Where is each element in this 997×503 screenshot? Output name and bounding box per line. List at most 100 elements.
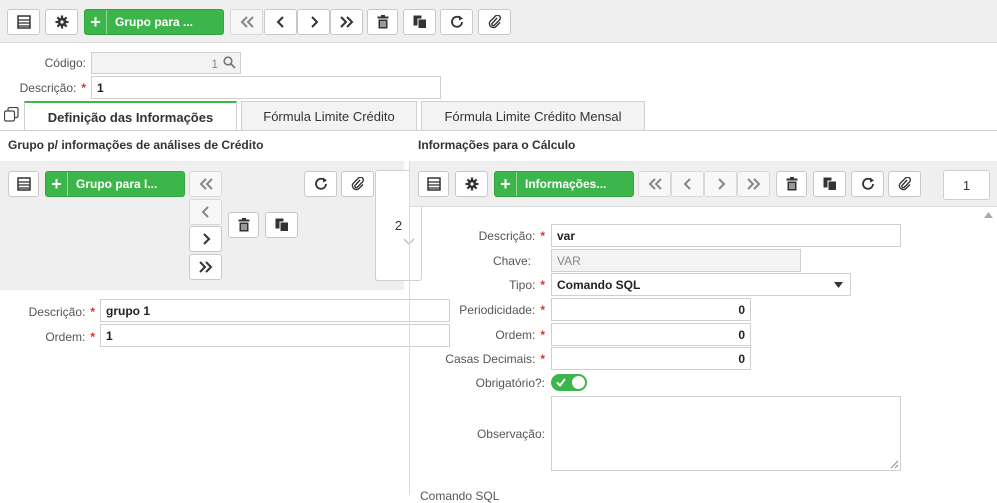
descricao-field[interactable]: 1 — [91, 76, 441, 99]
left-attach-button[interactable] — [341, 171, 374, 197]
casas-decimais-field[interactable]: 0 — [551, 347, 751, 370]
plus-icon: + — [46, 172, 68, 196]
right-add-info-label: Informações... — [525, 177, 607, 191]
grid-icon — [426, 177, 441, 191]
left-next-record-button[interactable] — [189, 226, 222, 252]
right-refresh-button[interactable] — [851, 171, 884, 197]
trash-icon — [377, 15, 388, 29]
plus-icon: + — [85, 10, 107, 34]
caret-down-icon — [834, 282, 843, 288]
next-record-button[interactable] — [297, 9, 330, 35]
observacao-textarea[interactable] — [551, 396, 901, 471]
refresh-icon — [450, 15, 463, 28]
add-group-button[interactable]: + Grupo para ... — [84, 9, 224, 35]
left-delete-button[interactable] — [228, 212, 259, 238]
refresh-icon — [314, 177, 327, 190]
scroll-up-arrow-icon[interactable] — [984, 212, 993, 218]
attach-button[interactable] — [478, 9, 511, 35]
left-add-group-button[interactable]: + Grupo para I... — [45, 171, 185, 197]
tab-definicao-informacoes[interactable]: Definição das Informações — [24, 101, 237, 131]
right-ordem-value: 0 — [738, 328, 745, 342]
left-ordem-field[interactable]: 1 — [100, 324, 450, 347]
right-settings-button[interactable] — [455, 171, 488, 197]
right-delete-button[interactable] — [776, 171, 807, 197]
tab-divider — [0, 130, 997, 131]
right-descricao-field[interactable]: var — [551, 224, 901, 247]
required-marker: * — [540, 229, 545, 243]
right-copy-button[interactable] — [813, 171, 846, 197]
double-chevron-right-icon — [746, 178, 760, 190]
right-record-counter[interactable]: 1 — [943, 170, 990, 200]
right-ordem-field[interactable]: 0 — [551, 323, 751, 346]
left-grid-view-button[interactable] — [8, 171, 39, 197]
required-marker: * — [90, 330, 95, 344]
observacao-label: Observação: — [476, 427, 545, 441]
search-icon[interactable] — [223, 56, 236, 69]
left-add-group-label: Grupo para I... — [76, 177, 158, 191]
chevron-right-icon — [310, 16, 318, 28]
obrigatorio-label: Obrigatório?: — [475, 376, 545, 390]
resize-handle-icon[interactable] — [890, 460, 899, 469]
left-refresh-button[interactable] — [304, 171, 337, 197]
previous-record-button[interactable] — [264, 9, 297, 35]
left-descricao-field[interactable]: grupo 1 — [100, 299, 450, 322]
plus-icon: + — [495, 172, 517, 196]
refresh-button[interactable] — [440, 9, 473, 35]
grid-icon — [16, 177, 31, 191]
panel-divider — [409, 161, 410, 495]
periodicidade-field[interactable]: 0 — [551, 298, 751, 321]
double-chevron-left-icon — [199, 178, 213, 190]
copy-button[interactable] — [403, 9, 436, 35]
left-section-title: Grupo p/ informações de análises de Créd… — [8, 138, 264, 152]
settings-button[interactable] — [45, 9, 78, 35]
comando-sql-label: Comando SQL — [420, 489, 500, 503]
left-previous-record-button[interactable] — [189, 199, 222, 225]
double-chevron-right-icon — [339, 16, 353, 28]
tab-label: Definição das Informações — [47, 109, 214, 125]
right-descricao-label-text: Descrição: — [478, 229, 536, 243]
double-chevron-right-icon — [198, 261, 212, 273]
copy-tab-icon[interactable] — [4, 107, 19, 122]
tab-label: Fórmula Limite Crédito — [263, 108, 395, 124]
left-copy-button[interactable] — [265, 212, 298, 238]
right-last-record-button[interactable] — [737, 171, 770, 197]
codigo-field[interactable]: 1 — [91, 52, 241, 74]
right-first-record-button[interactable] — [638, 171, 671, 197]
required-marker: * — [540, 278, 545, 292]
right-descricao-label: Descrição: * — [420, 229, 545, 243]
chevron-left-icon — [276, 16, 284, 28]
chave-field[interactable]: VAR — [551, 249, 801, 272]
main-toolbar: + Grupo para ... — [0, 0, 997, 43]
tipo-label-text: Tipo: — [509, 278, 536, 292]
grid-view-button[interactable] — [7, 9, 40, 35]
tab-formula-limite-credito-mensal[interactable]: Fórmula Limite Crédito Mensal — [421, 101, 645, 130]
casas-decimais-label: Casas Decimais: * — [420, 352, 545, 366]
casas-decimais-value: 0 — [738, 352, 745, 366]
descricao-label: Descrição: * — [2, 81, 86, 95]
right-previous-record-button[interactable] — [671, 171, 704, 197]
casas-decimais-label-text: Casas Decimais: — [445, 352, 536, 366]
trash-icon — [786, 177, 797, 191]
obrigatorio-toggle[interactable] — [551, 374, 587, 391]
descricao-label-text: Descrição: — [19, 81, 77, 95]
right-section-title: Informações para o Cálculo — [418, 138, 576, 152]
chevron-left-icon — [683, 178, 691, 190]
left-first-record-button[interactable] — [189, 171, 222, 197]
last-record-button[interactable] — [330, 9, 363, 35]
left-descricao-label: Descrição: * — [0, 305, 95, 319]
left-last-record-button[interactable] — [189, 254, 222, 280]
required-marker: * — [81, 81, 86, 95]
copy-icon — [275, 218, 289, 232]
tipo-select[interactable]: Comando SQL — [551, 273, 851, 296]
check-icon — [556, 378, 566, 387]
delete-button[interactable] — [367, 9, 398, 35]
first-record-button[interactable] — [230, 9, 263, 35]
right-attach-button[interactable] — [888, 171, 921, 197]
right-grid-view-button[interactable] — [418, 171, 449, 197]
refresh-icon — [861, 177, 874, 190]
tab-formula-limite-credito[interactable]: Fórmula Limite Crédito — [241, 101, 417, 130]
chevron-right-icon — [202, 233, 210, 245]
right-add-info-button[interactable]: + Informações... — [494, 171, 634, 197]
right-next-record-button[interactable] — [704, 171, 737, 197]
left-descricao-value: grupo 1 — [106, 304, 150, 318]
